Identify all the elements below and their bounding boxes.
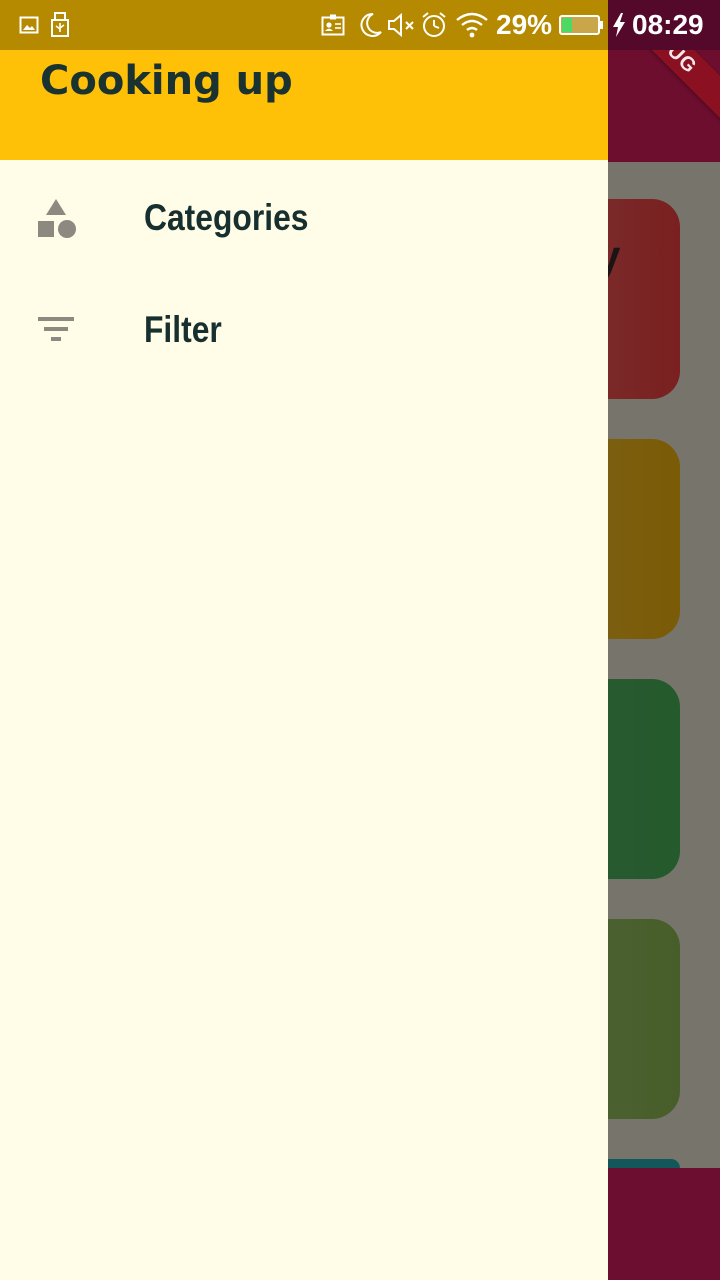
drawer-item-label: Categories [144, 197, 309, 238]
image-icon [18, 10, 40, 40]
battery-percent: 29% [496, 9, 553, 40]
drawer-item-categories[interactable]: Categories [0, 162, 608, 274]
battery-icon [559, 10, 605, 40]
navigation-drawer: Cooking up Categories Filter [0, 0, 608, 1280]
charging-icon [610, 10, 628, 40]
drawer-item-filter[interactable]: Filter [0, 274, 608, 386]
drawer-header-title: Cooking up [40, 58, 293, 104]
drawer-item-label: Filter [144, 309, 222, 350]
alarm-icon [420, 10, 448, 40]
status-bar: 29% 08:29 [0, 0, 720, 50]
category-icon [36, 197, 78, 239]
mute-icon [386, 10, 418, 40]
wifi-icon [455, 10, 489, 40]
moon-icon [358, 10, 384, 40]
usb-icon [49, 10, 71, 40]
contact-card-icon [320, 10, 346, 40]
filter-icon [36, 309, 78, 351]
status-time: 08:29 [632, 9, 704, 40]
